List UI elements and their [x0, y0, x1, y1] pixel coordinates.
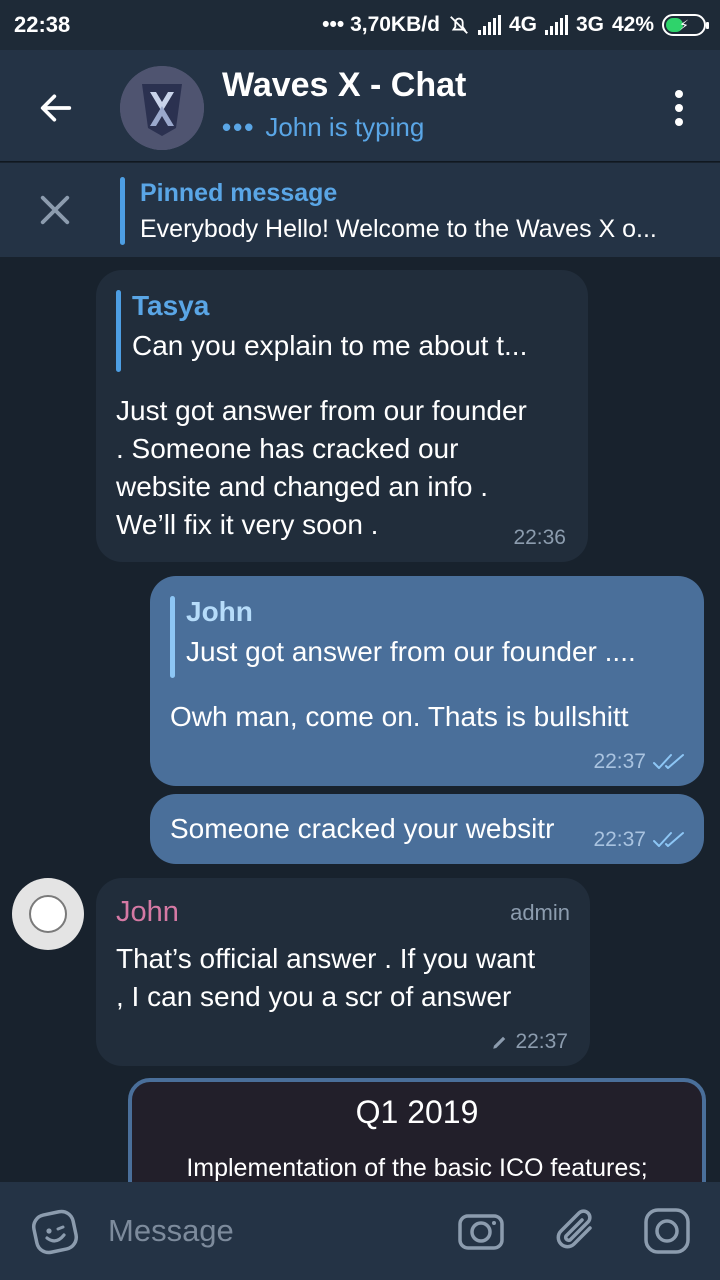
pinned-accent-bar [120, 177, 125, 245]
close-icon[interactable] [34, 189, 76, 231]
message-line: , I can send you a scr of answer [116, 981, 512, 1012]
pinned-message-bar[interactable]: Pinned message Everybody Hello! Welcome … [0, 163, 720, 257]
image-title: Q1 2019 [355, 1094, 479, 1130]
message-time: 22:37 [491, 1030, 568, 1054]
reply-accent-bar [170, 596, 175, 678]
double-check-icon [653, 832, 684, 847]
message-bubble[interactable]: Someone cracked your websitr 22:37 [150, 794, 704, 864]
waves-x-logo-icon [120, 66, 204, 150]
chat-title[interactable]: Waves X - Chat [222, 66, 466, 105]
camera-icon[interactable] [456, 1206, 506, 1256]
reply-accent-bar [116, 290, 121, 372]
typing-text: John is typing [265, 112, 425, 142]
admin-badge: admin [510, 900, 570, 925]
status-icons: ••• 3,70KB/d 4G 3G 42% ⚡ [322, 13, 709, 37]
back-button[interactable] [28, 80, 84, 136]
time-text: 22:37 [593, 750, 646, 773]
reply-sender: Tasya [132, 290, 210, 321]
pinned-title: Pinned message [140, 179, 338, 207]
message-input-bar [0, 1182, 720, 1280]
message-bubble[interactable]: Tasya Can you explain to me about t... J… [96, 270, 588, 562]
pinned-text: Everybody Hello! Welcome to the Waves X … [140, 215, 657, 243]
image-text-line: Implementation of the basic ICO features… [186, 1154, 648, 1182]
pencil-edited-icon [493, 1036, 506, 1049]
avatar-placeholder-icon [29, 895, 67, 933]
message-line: website and changed an info . [116, 471, 489, 502]
dot-icon [675, 90, 683, 98]
message-bubble[interactable]: John admin That’s official answer . If y… [96, 878, 590, 1066]
time-text: 22:37 [593, 828, 646, 851]
mute-bell-icon [450, 16, 468, 34]
message-line: That’s official answer . If you want [116, 943, 536, 974]
attach-paperclip-icon[interactable] [552, 1206, 602, 1256]
reply-text: Can you explain to me about t... [132, 330, 528, 361]
network-speed: ••• 3,70KB/d [322, 13, 440, 36]
arrow-left-icon [40, 94, 72, 122]
user-avatar[interactable] [12, 878, 84, 950]
dot-icon [675, 118, 683, 126]
status-time: 22:38 [14, 12, 71, 37]
battery-icon: ⚡ [662, 14, 709, 36]
double-check-icon [653, 754, 684, 769]
network-type-1: 4G [508, 13, 537, 36]
typing-dots: ••• [222, 112, 256, 142]
message-text: That’s official answer . If you want , I… [116, 940, 576, 1016]
message-text: Someone cracked your websitr [170, 813, 555, 844]
round-video-icon[interactable] [642, 1206, 692, 1256]
signal-icon-2 [544, 15, 568, 35]
message-input[interactable] [108, 1206, 428, 1256]
signal-icon [477, 15, 501, 35]
dot-icon [675, 104, 683, 112]
message-time: 22:37 [593, 828, 686, 852]
network-type-2: 3G [575, 13, 604, 36]
sender-name[interactable]: John [116, 896, 179, 929]
chat-header: Waves X - Chat ••• John is typing [0, 50, 720, 162]
reply-preview[interactable]: John Just got answer from our founder ..… [170, 596, 680, 678]
group-avatar[interactable] [120, 66, 204, 150]
reply-text: Just got answer from our founder .... [186, 636, 636, 667]
battery-percent: 42% [611, 13, 654, 36]
message-text: Just got answer from our founder . Someo… [116, 392, 576, 544]
time-text: 22:36 [513, 526, 566, 549]
reply-preview[interactable]: Tasya Can you explain to me about t... [116, 290, 556, 372]
typing-indicator: ••• John is typing [222, 112, 424, 143]
message-bubble[interactable]: John Just got answer from our founder ..… [150, 576, 704, 786]
message-time: 22:36 [513, 526, 566, 550]
message-line: . Someone has cracked our [116, 433, 459, 464]
message-text: Owh man, come on. Thats is bullshitt [170, 701, 629, 732]
message-time: 22:37 [593, 750, 686, 774]
time-text: 22:37 [515, 1030, 568, 1053]
sticker-emoji-icon[interactable] [30, 1206, 80, 1256]
message-line: Just got answer from our founder [116, 395, 527, 426]
status-bar: 22:38 ••• 3,70KB/d 4G 3G 42% ⚡ [0, 0, 720, 50]
message-line: We’ll fix it very soon . [116, 509, 379, 540]
more-menu-button[interactable] [664, 86, 694, 130]
reply-sender: John [186, 596, 253, 627]
